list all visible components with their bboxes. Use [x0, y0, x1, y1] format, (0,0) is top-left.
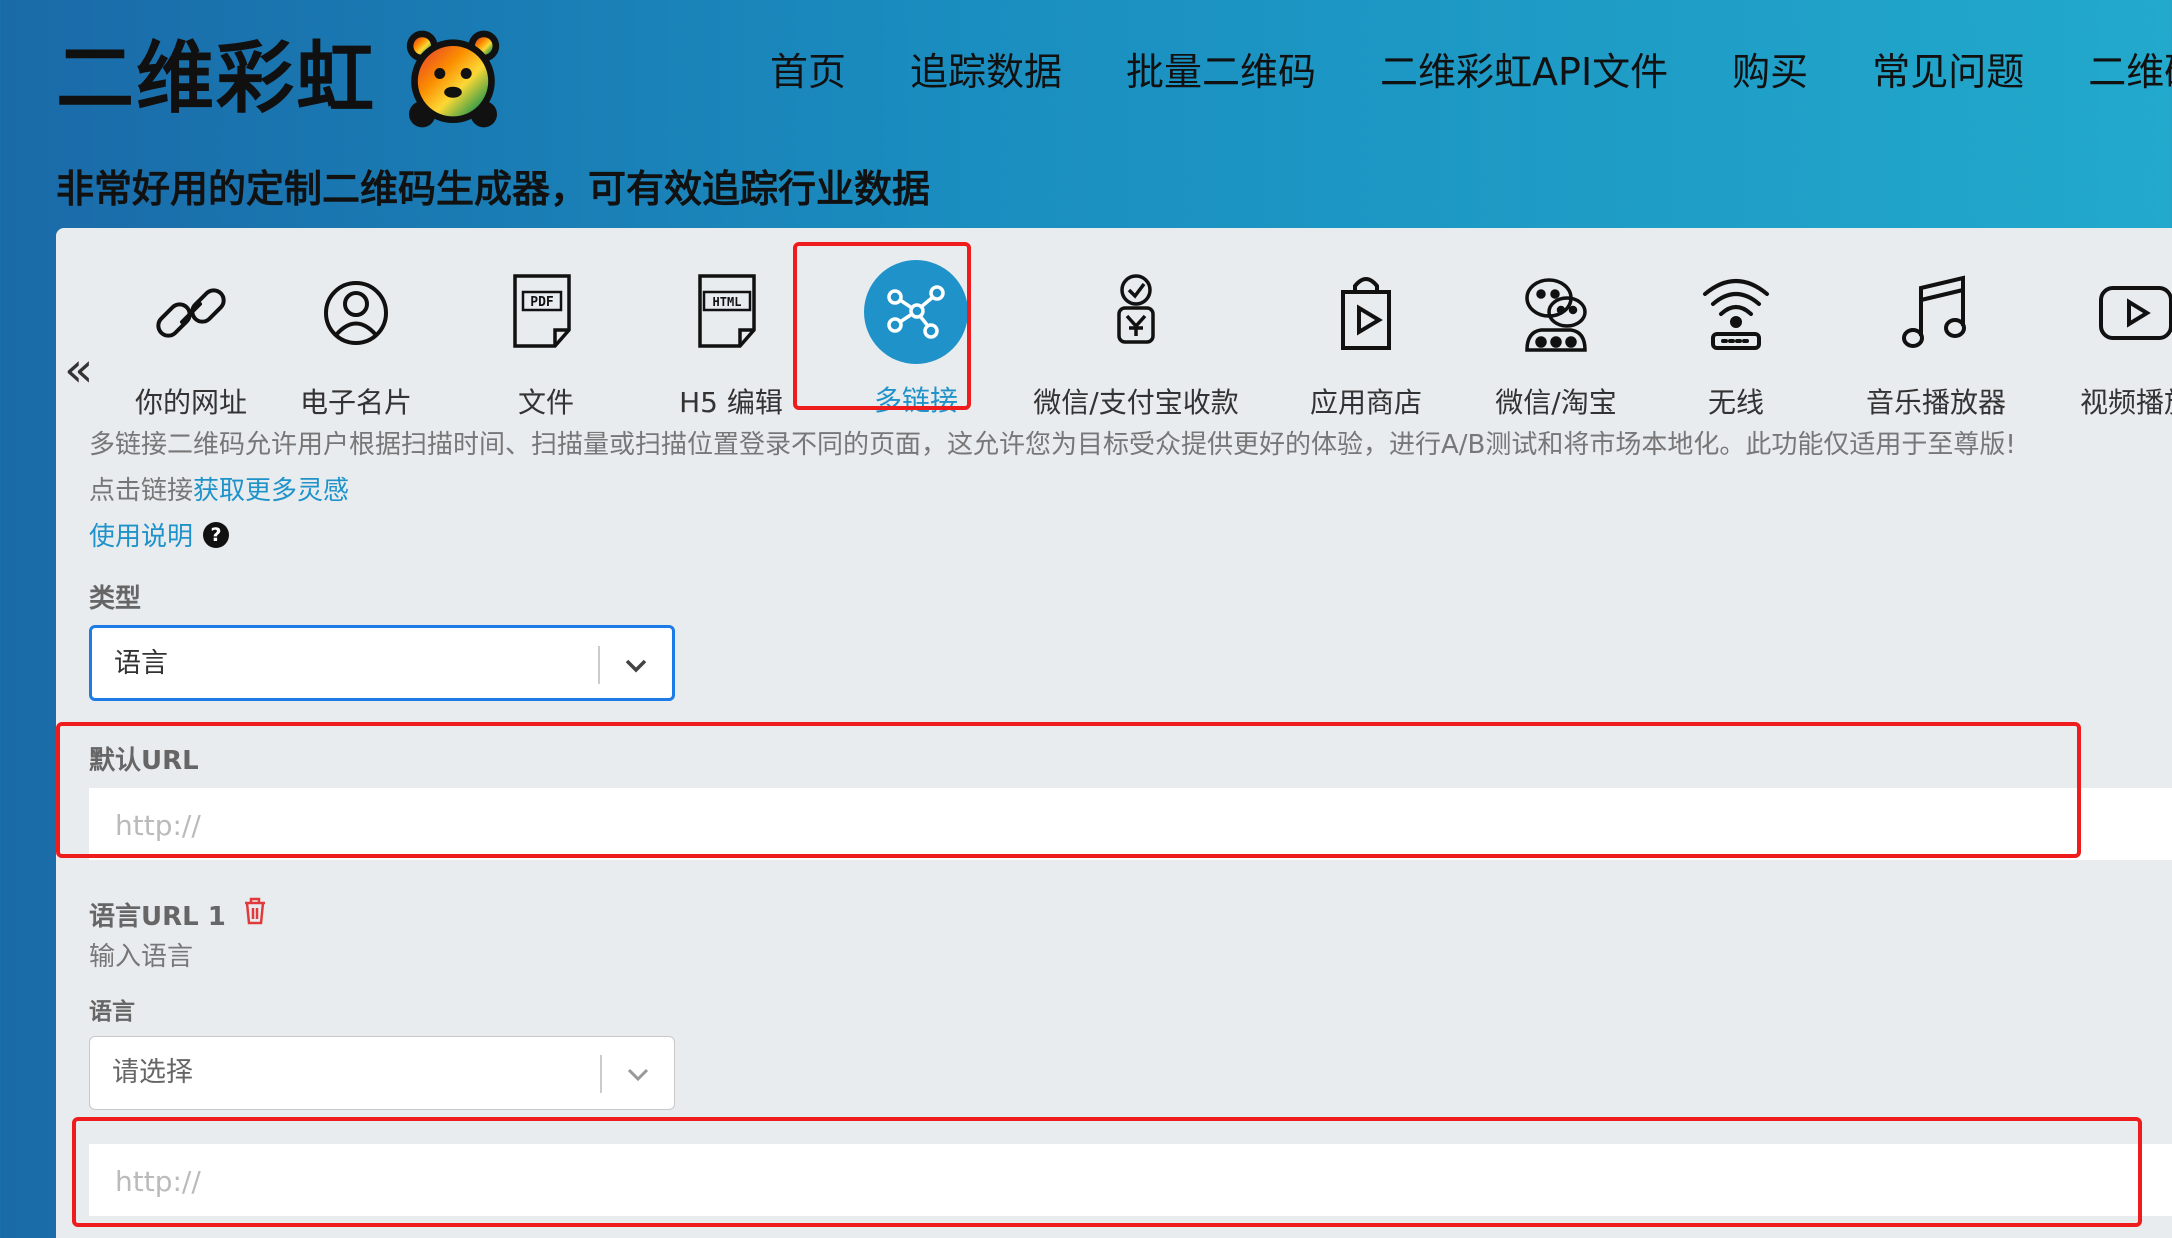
type-payment[interactable]: 微信/支付宝收款	[1016, 268, 1256, 420]
type-file-label: 文件	[517, 386, 574, 419]
type-h5-label: H5 编辑	[679, 386, 783, 419]
rainbow-bear-logo-icon	[406, 30, 500, 128]
video-icon	[2099, 286, 2172, 340]
default-url-input[interactable]: http://	[89, 788, 2172, 860]
type-music-label: 音乐播放器	[1865, 386, 2006, 419]
language-select-placeholder: 请选择	[112, 1057, 193, 1088]
payment-icon	[1117, 274, 1155, 344]
type-vcard-label: 电子名片	[299, 386, 412, 419]
site-logo[interactable]: 二维彩虹	[56, 24, 508, 134]
site-header: 二维彩虹 首页 追踪数据 批量二维码 二维彩虹API文件 购买 常见问题 二维 …	[0, 0, 2172, 230]
type-field-label: 类型	[89, 584, 142, 614]
type-url-label: 你的网址	[134, 386, 247, 419]
qr-type-carousel: « 你的网址 电子名片 PDF 文件 HTML H5 编辑 多链接 微信/支付宝…	[56, 260, 2172, 448]
app-store-icon	[1341, 277, 1391, 350]
nav-faq[interactable]: 常见问题	[1872, 44, 2024, 100]
type-video-label: 视频播放	[2079, 386, 2172, 419]
html-file-icon: HTML	[698, 274, 756, 348]
inspiration-line: 点击链接获取更多灵感	[89, 470, 349, 507]
page-tagline: 非常好用的定制二维码生成器，可有效追踪行业数据	[56, 167, 931, 211]
wifi-icon	[1703, 279, 1769, 350]
default-url-label: 默认URL	[89, 746, 199, 776]
nav-bulk[interactable]: 批量二维码	[1126, 44, 1316, 100]
type-multi-link[interactable]: 多链接	[836, 260, 996, 418]
chevron-down-icon	[627, 1068, 649, 1082]
user-icon	[324, 281, 388, 345]
inspiration-link[interactable]: 获取更多灵感	[193, 476, 349, 506]
language-field-label: 语言	[89, 999, 135, 1025]
language-url-input[interactable]: http://	[89, 1144, 2172, 1216]
multi-link-description: 多链接二维码允许用户根据扫描时间、扫描量或扫描位置登录不同的页面，这允许您为目标…	[89, 430, 2016, 460]
language-url-label: 语言URL 1	[89, 902, 226, 932]
help-label: 使用说明	[89, 522, 194, 552]
wechat-icon	[1525, 278, 1587, 352]
type-h5[interactable]: HTML H5 编辑	[656, 268, 806, 420]
html-badge-text: HTML	[713, 295, 742, 309]
type-wifi-label: 无线	[1707, 386, 1764, 419]
type-wechat-taobao-label: 微信/淘宝	[1495, 386, 1617, 419]
type-app-store-label: 应用商店	[1309, 386, 1422, 419]
active-type-circle	[864, 260, 968, 364]
help-question-icon: ?	[203, 521, 230, 548]
type-vcard[interactable]: 电子名片	[276, 268, 436, 420]
type-music[interactable]: 音乐播放器	[1846, 268, 2026, 420]
nav-buy[interactable]: 购买	[1732, 44, 1808, 100]
music-icon	[1902, 275, 1966, 348]
type-video[interactable]: 视频播放	[2056, 268, 2172, 420]
main-nav: 首页 追踪数据 批量二维码 二维彩虹API文件 购买 常见问题 二维码学	[770, 44, 2172, 100]
nav-learn[interactable]: 二维码学	[2088, 44, 2172, 100]
chevron-down-icon	[625, 659, 647, 673]
select-separator	[600, 1055, 602, 1093]
logo-text: 二维彩虹	[56, 34, 377, 124]
nav-api[interactable]: 二维彩虹API文件	[1380, 44, 1668, 100]
nav-home[interactable]: 首页	[770, 44, 846, 100]
generator-card: « 你的网址 电子名片 PDF 文件 HTML H5 编辑 多链接 微信/支付宝…	[56, 228, 2172, 1238]
help-link[interactable]: 使用说明?	[89, 516, 230, 553]
multi-link-icon	[887, 285, 945, 339]
type-wifi[interactable]: 无线	[1676, 268, 1796, 420]
language-url-hint: 输入语言	[89, 942, 194, 972]
nav-tracking[interactable]: 追踪数据	[910, 44, 1062, 100]
type-select-value: 语言	[114, 648, 168, 679]
link-icon	[156, 288, 226, 338]
pdf-badge-text: PDF	[530, 295, 554, 310]
language-select[interactable]: 请选择	[89, 1036, 675, 1110]
delete-trash-icon[interactable]	[242, 896, 268, 926]
inspiration-prefix: 点击链接	[89, 476, 194, 506]
type-select[interactable]: 语言	[89, 625, 675, 701]
default-url-placeholder: http://	[115, 809, 201, 842]
language-url-placeholder: http://	[115, 1165, 201, 1198]
carousel-prev-icon[interactable]: «	[64, 342, 93, 398]
type-app-store[interactable]: 应用商店	[1286, 268, 1446, 420]
type-file[interactable]: PDF 文件	[476, 268, 616, 420]
type-url[interactable]: 你的网址	[121, 268, 261, 420]
pdf-file-icon: PDF	[513, 274, 571, 348]
type-wechat-taobao[interactable]: 微信/淘宝	[1476, 268, 1636, 420]
select-separator	[598, 646, 600, 684]
type-multi-link-label: 多链接	[873, 384, 958, 417]
type-payment-label: 微信/支付宝收款	[1033, 386, 1239, 419]
